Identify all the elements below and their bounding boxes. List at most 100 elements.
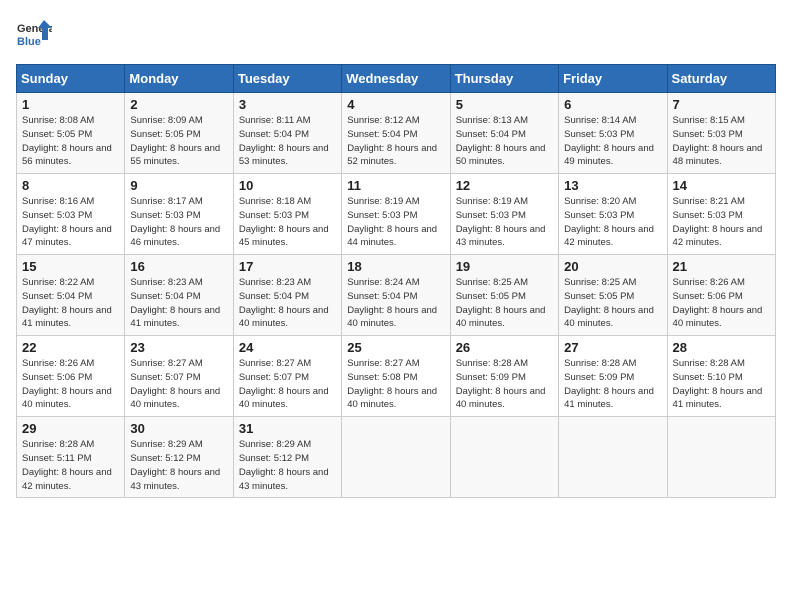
svg-text:Blue: Blue <box>17 36 41 48</box>
calendar-cell <box>450 417 558 498</box>
calendar-cell <box>667 417 775 498</box>
day-info: Sunrise: 8:21 AM Sunset: 5:03 PM Dayligh… <box>673 195 770 250</box>
day-number: 18 <box>347 259 444 274</box>
calendar-cell: 27 Sunrise: 8:28 AM Sunset: 5:09 PM Dayl… <box>559 336 667 417</box>
calendar-cell: 18 Sunrise: 8:24 AM Sunset: 5:04 PM Dayl… <box>342 255 450 336</box>
day-info: Sunrise: 8:28 AM Sunset: 5:10 PM Dayligh… <box>673 357 770 412</box>
calendar-cell: 30 Sunrise: 8:29 AM Sunset: 5:12 PM Dayl… <box>125 417 233 498</box>
day-number: 3 <box>239 97 336 112</box>
calendar-table: SundayMondayTuesdayWednesdayThursdayFrid… <box>16 64 776 498</box>
day-info: Sunrise: 8:28 AM Sunset: 5:09 PM Dayligh… <box>456 357 553 412</box>
day-number: 26 <box>456 340 553 355</box>
day-number: 6 <box>564 97 661 112</box>
calendar-cell: 3 Sunrise: 8:11 AM Sunset: 5:04 PM Dayli… <box>233 93 341 174</box>
day-number: 1 <box>22 97 119 112</box>
day-number: 14 <box>673 178 770 193</box>
day-number: 11 <box>347 178 444 193</box>
calendar-cell: 21 Sunrise: 8:26 AM Sunset: 5:06 PM Dayl… <box>667 255 775 336</box>
calendar-cell: 7 Sunrise: 8:15 AM Sunset: 5:03 PM Dayli… <box>667 93 775 174</box>
calendar-cell: 6 Sunrise: 8:14 AM Sunset: 5:03 PM Dayli… <box>559 93 667 174</box>
day-info: Sunrise: 8:15 AM Sunset: 5:03 PM Dayligh… <box>673 114 770 169</box>
day-number: 31 <box>239 421 336 436</box>
calendar-cell: 19 Sunrise: 8:25 AM Sunset: 5:05 PM Dayl… <box>450 255 558 336</box>
day-number: 22 <box>22 340 119 355</box>
day-info: Sunrise: 8:25 AM Sunset: 5:05 PM Dayligh… <box>456 276 553 331</box>
day-number: 15 <box>22 259 119 274</box>
calendar-cell: 28 Sunrise: 8:28 AM Sunset: 5:10 PM Dayl… <box>667 336 775 417</box>
calendar-cell: 24 Sunrise: 8:27 AM Sunset: 5:07 PM Dayl… <box>233 336 341 417</box>
day-info: Sunrise: 8:11 AM Sunset: 5:04 PM Dayligh… <box>239 114 336 169</box>
day-number: 2 <box>130 97 227 112</box>
day-number: 4 <box>347 97 444 112</box>
logo-svg: General Blue <box>16 16 52 52</box>
day-info: Sunrise: 8:17 AM Sunset: 5:03 PM Dayligh… <box>130 195 227 250</box>
calendar-cell: 22 Sunrise: 8:26 AM Sunset: 5:06 PM Dayl… <box>17 336 125 417</box>
calendar-cell: 31 Sunrise: 8:29 AM Sunset: 5:12 PM Dayl… <box>233 417 341 498</box>
day-number: 27 <box>564 340 661 355</box>
day-info: Sunrise: 8:19 AM Sunset: 5:03 PM Dayligh… <box>347 195 444 250</box>
day-info: Sunrise: 8:13 AM Sunset: 5:04 PM Dayligh… <box>456 114 553 169</box>
week-row-3: 15 Sunrise: 8:22 AM Sunset: 5:04 PM Dayl… <box>17 255 776 336</box>
calendar-cell: 20 Sunrise: 8:25 AM Sunset: 5:05 PM Dayl… <box>559 255 667 336</box>
calendar-cell: 8 Sunrise: 8:16 AM Sunset: 5:03 PM Dayli… <box>17 174 125 255</box>
day-number: 24 <box>239 340 336 355</box>
day-header-saturday: Saturday <box>667 65 775 93</box>
day-info: Sunrise: 8:23 AM Sunset: 5:04 PM Dayligh… <box>130 276 227 331</box>
header: General Blue <box>16 16 776 52</box>
week-row-1: 1 Sunrise: 8:08 AM Sunset: 5:05 PM Dayli… <box>17 93 776 174</box>
calendar-cell: 14 Sunrise: 8:21 AM Sunset: 5:03 PM Dayl… <box>667 174 775 255</box>
day-info: Sunrise: 8:26 AM Sunset: 5:06 PM Dayligh… <box>673 276 770 331</box>
day-info: Sunrise: 8:22 AM Sunset: 5:04 PM Dayligh… <box>22 276 119 331</box>
day-number: 9 <box>130 178 227 193</box>
day-number: 25 <box>347 340 444 355</box>
logo: General Blue <box>16 16 52 52</box>
day-number: 20 <box>564 259 661 274</box>
day-info: Sunrise: 8:14 AM Sunset: 5:03 PM Dayligh… <box>564 114 661 169</box>
calendar-cell: 1 Sunrise: 8:08 AM Sunset: 5:05 PM Dayli… <box>17 93 125 174</box>
calendar-cell: 13 Sunrise: 8:20 AM Sunset: 5:03 PM Dayl… <box>559 174 667 255</box>
day-header-friday: Friday <box>559 65 667 93</box>
day-info: Sunrise: 8:12 AM Sunset: 5:04 PM Dayligh… <box>347 114 444 169</box>
calendar-cell: 9 Sunrise: 8:17 AM Sunset: 5:03 PM Dayli… <box>125 174 233 255</box>
calendar-cell: 16 Sunrise: 8:23 AM Sunset: 5:04 PM Dayl… <box>125 255 233 336</box>
header-row: SundayMondayTuesdayWednesdayThursdayFrid… <box>17 65 776 93</box>
day-number: 29 <box>22 421 119 436</box>
day-number: 5 <box>456 97 553 112</box>
day-info: Sunrise: 8:25 AM Sunset: 5:05 PM Dayligh… <box>564 276 661 331</box>
day-info: Sunrise: 8:18 AM Sunset: 5:03 PM Dayligh… <box>239 195 336 250</box>
calendar-cell: 12 Sunrise: 8:19 AM Sunset: 5:03 PM Dayl… <box>450 174 558 255</box>
day-info: Sunrise: 8:29 AM Sunset: 5:12 PM Dayligh… <box>130 438 227 493</box>
calendar-cell: 2 Sunrise: 8:09 AM Sunset: 5:05 PM Dayli… <box>125 93 233 174</box>
day-info: Sunrise: 8:19 AM Sunset: 5:03 PM Dayligh… <box>456 195 553 250</box>
calendar-cell: 26 Sunrise: 8:28 AM Sunset: 5:09 PM Dayl… <box>450 336 558 417</box>
day-info: Sunrise: 8:26 AM Sunset: 5:06 PM Dayligh… <box>22 357 119 412</box>
day-info: Sunrise: 8:28 AM Sunset: 5:09 PM Dayligh… <box>564 357 661 412</box>
day-number: 13 <box>564 178 661 193</box>
day-info: Sunrise: 8:24 AM Sunset: 5:04 PM Dayligh… <box>347 276 444 331</box>
week-row-2: 8 Sunrise: 8:16 AM Sunset: 5:03 PM Dayli… <box>17 174 776 255</box>
day-info: Sunrise: 8:08 AM Sunset: 5:05 PM Dayligh… <box>22 114 119 169</box>
day-number: 30 <box>130 421 227 436</box>
day-info: Sunrise: 8:28 AM Sunset: 5:11 PM Dayligh… <box>22 438 119 493</box>
calendar-cell: 25 Sunrise: 8:27 AM Sunset: 5:08 PM Dayl… <box>342 336 450 417</box>
day-number: 7 <box>673 97 770 112</box>
day-info: Sunrise: 8:27 AM Sunset: 5:07 PM Dayligh… <box>130 357 227 412</box>
calendar-cell: 23 Sunrise: 8:27 AM Sunset: 5:07 PM Dayl… <box>125 336 233 417</box>
calendar-cell: 29 Sunrise: 8:28 AM Sunset: 5:11 PM Dayl… <box>17 417 125 498</box>
day-number: 17 <box>239 259 336 274</box>
day-header-sunday: Sunday <box>17 65 125 93</box>
day-info: Sunrise: 8:23 AM Sunset: 5:04 PM Dayligh… <box>239 276 336 331</box>
day-header-thursday: Thursday <box>450 65 558 93</box>
day-number: 16 <box>130 259 227 274</box>
day-info: Sunrise: 8:27 AM Sunset: 5:08 PM Dayligh… <box>347 357 444 412</box>
day-header-wednesday: Wednesday <box>342 65 450 93</box>
calendar-cell: 4 Sunrise: 8:12 AM Sunset: 5:04 PM Dayli… <box>342 93 450 174</box>
day-header-monday: Monday <box>125 65 233 93</box>
day-number: 28 <box>673 340 770 355</box>
calendar-cell: 5 Sunrise: 8:13 AM Sunset: 5:04 PM Dayli… <box>450 93 558 174</box>
day-info: Sunrise: 8:20 AM Sunset: 5:03 PM Dayligh… <box>564 195 661 250</box>
calendar-cell: 17 Sunrise: 8:23 AM Sunset: 5:04 PM Dayl… <box>233 255 341 336</box>
day-number: 12 <box>456 178 553 193</box>
week-row-4: 22 Sunrise: 8:26 AM Sunset: 5:06 PM Dayl… <box>17 336 776 417</box>
day-number: 8 <box>22 178 119 193</box>
